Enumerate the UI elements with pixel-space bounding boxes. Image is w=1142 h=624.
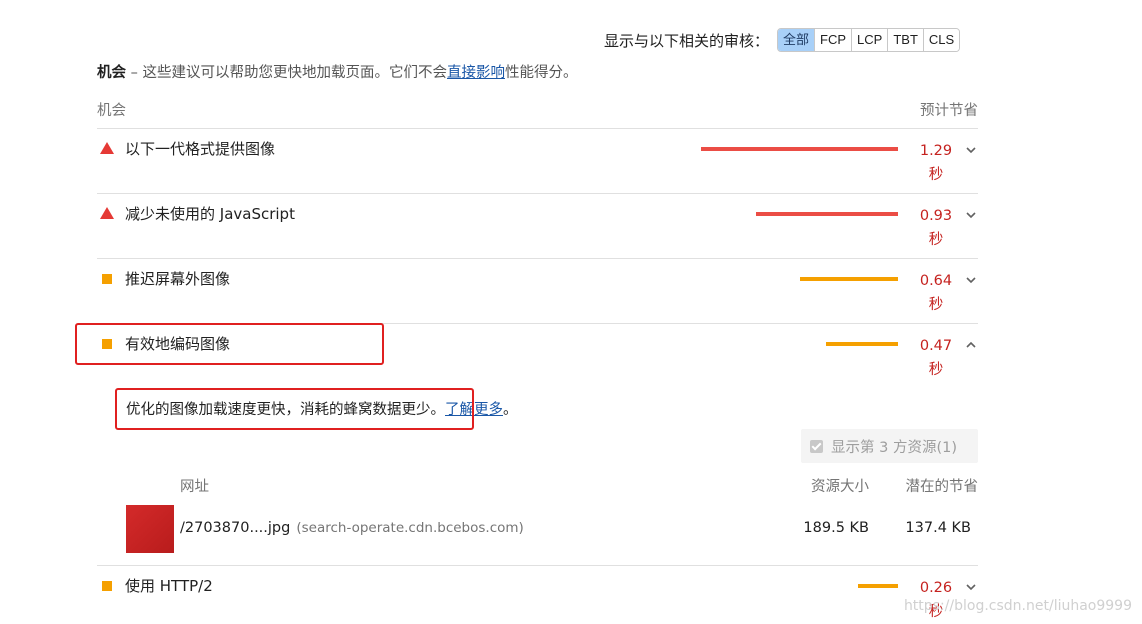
opportunity-row-next-gen-images[interactable]: 以下一代格式提供图像 1.29 秒 xyxy=(97,129,978,193)
resource-size: 189.5 KB xyxy=(803,520,869,536)
savings-bar xyxy=(756,212,898,216)
opportunity-label: 减少未使用的 JavaScript xyxy=(125,205,295,223)
third-party-label: 显示第 3 方资源(1) xyxy=(831,439,957,456)
checkbox-icon[interactable] xyxy=(810,439,823,453)
filter-fcp-button[interactable]: FCP xyxy=(814,29,852,51)
savings-value: 0.47 秒 xyxy=(919,338,953,378)
direct-impact-link[interactable]: 直接影响 xyxy=(447,65,505,81)
opportunity-label: 推迟屏幕外图像 xyxy=(125,270,231,288)
filter-tbt-button[interactable]: TBT xyxy=(887,29,923,51)
chevron-up-icon[interactable] xyxy=(964,338,978,352)
table-header-size: 资源大小 xyxy=(811,479,869,495)
table-header-url: 网址 xyxy=(180,479,209,495)
image-thumbnail xyxy=(126,505,174,553)
opportunities-header: 机会 – 这些建议可以帮助您更快地加载页面。它们不会直接影响性能得分。 xyxy=(97,61,577,82)
savings-value: 0.64 秒 xyxy=(919,273,953,313)
savings-value: 0.93 秒 xyxy=(919,208,953,248)
fail-triangle-icon xyxy=(100,142,114,154)
average-square-icon xyxy=(102,581,112,591)
filter-all-button[interactable]: 全部 xyxy=(778,29,815,51)
resource-host: (search-operate.cdn.bcebos.com) xyxy=(296,520,524,536)
chevron-down-icon[interactable] xyxy=(964,143,978,157)
audit-filter-bar: 显示与以下相关的审核： 全部 FCP LCP TBT CLS xyxy=(604,28,961,52)
table-row: /2703870....jpg (search-operate.cdn.bcebo… xyxy=(126,505,978,553)
third-party-filter-toggle[interactable]: 显示第 3 方资源(1) xyxy=(801,429,978,463)
section-title: 机会 xyxy=(97,65,126,81)
filter-lcp-button[interactable]: LCP xyxy=(851,29,888,51)
savings-bar xyxy=(701,147,898,151)
section-desc-suffix: 性能得分。 xyxy=(504,65,578,81)
resource-savings: 137.4 KB xyxy=(905,520,971,536)
filter-cls-button[interactable]: CLS xyxy=(922,29,960,51)
filter-label: 显示与以下相关的审核： xyxy=(604,31,770,50)
resource-url[interactable]: /2703870....jpg (search-operate.cdn.bcebo… xyxy=(180,520,524,536)
savings-bar xyxy=(800,277,898,281)
chevron-down-icon[interactable] xyxy=(964,208,978,222)
highlight-box-row xyxy=(75,323,384,365)
opportunity-row-http2[interactable]: 使用 HTTP/2 0.26 秒 xyxy=(97,566,978,624)
table-header-savings: 潜在的节省 xyxy=(905,479,979,495)
opportunity-row-unused-javascript[interactable]: 减少未使用的 JavaScript 0.93 秒 xyxy=(97,194,978,258)
fail-triangle-icon xyxy=(100,207,114,219)
chevron-down-icon[interactable] xyxy=(964,580,978,594)
savings-bar xyxy=(826,342,898,346)
opportunity-row-offscreen-images[interactable]: 推迟屏幕外图像 0.64 秒 xyxy=(97,259,978,323)
savings-bar xyxy=(858,584,898,588)
highlight-box-description xyxy=(115,388,474,430)
opportunity-label: 以下一代格式提供图像 xyxy=(125,140,276,158)
chevron-down-icon[interactable] xyxy=(964,273,978,287)
watermark: https://blog.csdn.net/liuhao9999 xyxy=(903,598,1132,614)
savings-value: 1.29 秒 xyxy=(919,143,953,183)
column-header-savings: 预计节省 xyxy=(920,103,978,119)
filter-button-group: 全部 FCP LCP TBT CLS xyxy=(777,28,961,52)
column-header-opportunity: 机会 xyxy=(97,103,126,119)
average-square-icon xyxy=(102,274,112,284)
opportunity-label: 使用 HTTP/2 xyxy=(125,577,213,595)
section-desc-prefix: – 这些建议可以帮助您更快地加载页面。它们不会 xyxy=(126,65,447,81)
